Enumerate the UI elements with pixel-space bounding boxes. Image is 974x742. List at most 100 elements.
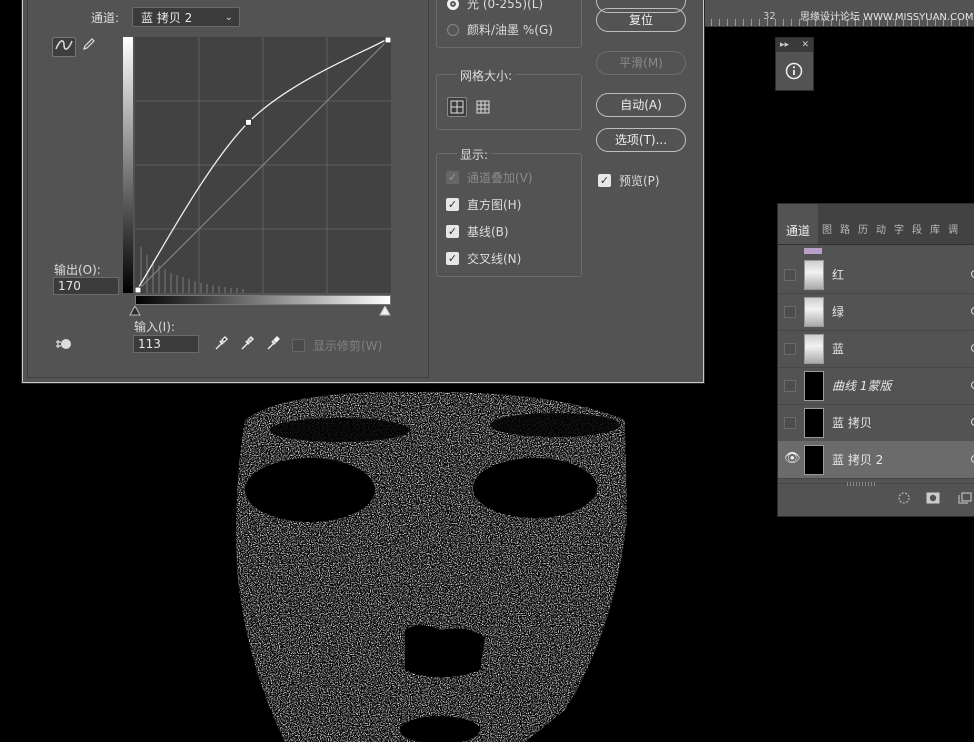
channel-row[interactable]: 红 bbox=[778, 256, 974, 294]
channels-panel: 通道图路历动字段库调 红绿蓝曲线 1蒙版蓝 拷贝 👁 蓝 拷贝 2 bbox=[777, 203, 974, 517]
visibility-toggle[interactable] bbox=[784, 379, 796, 392]
channel-label: 通道: bbox=[91, 11, 120, 25]
radio-light[interactable]: 光 (0-255)(L) bbox=[447, 0, 543, 12]
curve-point[interactable] bbox=[384, 37, 391, 44]
channel-name: 绿 bbox=[832, 305, 845, 319]
checkbox-check-icon: ✓ bbox=[446, 171, 459, 184]
panel-tab[interactable]: 动 bbox=[872, 204, 890, 244]
options-button[interactable]: 选项(T)... bbox=[596, 128, 686, 152]
grid-detailed-icon[interactable] bbox=[473, 97, 493, 117]
display-option-label: 基线(B) bbox=[467, 225, 509, 239]
panel-tab[interactable]: 历 bbox=[854, 204, 872, 244]
channel-thumbnail bbox=[804, 296, 824, 327]
input-field[interactable]: 113 bbox=[133, 335, 199, 353]
show-clipping-box bbox=[292, 339, 305, 352]
output-gradient bbox=[123, 37, 133, 293]
reset-button[interactable]: 复位 bbox=[596, 8, 686, 32]
radio-light-label: 光 (0-255)(L) bbox=[467, 0, 544, 11]
channel-row[interactable]: 👁 蓝 拷贝 2 bbox=[778, 441, 974, 479]
panel-tab[interactable]: 通道 bbox=[778, 204, 818, 244]
channel-name: 红 bbox=[832, 268, 845, 282]
channel-thumbnail bbox=[804, 370, 824, 401]
white-point-slider[interactable] bbox=[379, 306, 391, 316]
panel-tab[interactable]: 库 bbox=[926, 204, 944, 244]
visibility-toggle[interactable] bbox=[784, 416, 796, 429]
grid-size-group: 网格大小: bbox=[436, 67, 582, 130]
curves-graph[interactable] bbox=[135, 37, 391, 293]
input-label: 输入(I): bbox=[134, 320, 175, 334]
show-clipping-label: 显示修剪(W) bbox=[313, 339, 383, 353]
channel-thumbnail bbox=[804, 259, 824, 290]
preview-checkbox[interactable]: ✓ 预览(P) bbox=[598, 172, 660, 189]
collapse-icon[interactable]: ▸▸ bbox=[780, 38, 789, 52]
target-adjust-icon[interactable] bbox=[53, 337, 75, 355]
panel-tab[interactable]: 段 bbox=[908, 204, 926, 244]
display-option-label: 通道叠加(V) bbox=[467, 171, 533, 185]
info-panel: ▸▸ ✕ bbox=[775, 37, 814, 91]
visibility-toggle[interactable] bbox=[784, 305, 796, 318]
display-option[interactable]: ✓ 基线(B) bbox=[446, 223, 509, 240]
ruler-mark: 32 bbox=[763, 11, 776, 22]
visibility-toggle[interactable] bbox=[784, 342, 796, 355]
channel-row[interactable]: 曲线 1蒙版 bbox=[778, 367, 974, 405]
channel-row[interactable]: 蓝 拷贝 bbox=[778, 404, 974, 442]
face-image bbox=[236, 391, 627, 742]
visibility-toggle[interactable] bbox=[784, 268, 796, 281]
white-eyedropper-icon[interactable] bbox=[262, 335, 284, 353]
eye-icon[interactable]: 👁 bbox=[784, 452, 801, 466]
curve-point[interactable] bbox=[244, 118, 252, 126]
show-clipping-checkbox[interactable]: 显示修剪(W) bbox=[292, 337, 382, 354]
black-eyedropper-icon[interactable] bbox=[210, 335, 232, 353]
display-option[interactable]: ✓ 直方图(H) bbox=[446, 196, 521, 213]
grid-simple-icon[interactable] bbox=[447, 97, 467, 117]
radio-pigment-dot bbox=[447, 23, 459, 36]
channel-row[interactable]: 蓝 bbox=[778, 330, 974, 368]
histogram bbox=[140, 247, 244, 293]
display-label: 显示: bbox=[457, 146, 492, 163]
rgb-thumb-partial bbox=[804, 248, 822, 254]
close-icon[interactable]: ✕ bbox=[801, 38, 809, 52]
checkbox-check-icon: ✓ bbox=[446, 225, 459, 238]
black-point-slider[interactable] bbox=[129, 306, 141, 316]
resize-grip[interactable] bbox=[846, 482, 877, 486]
panel-tab[interactable]: 字 bbox=[890, 204, 908, 244]
channel-name: 蓝 拷贝 2 bbox=[832, 453, 884, 467]
channel-name: 蓝 拷贝 bbox=[832, 416, 872, 430]
input-gradient bbox=[135, 295, 391, 305]
auto-button[interactable]: 自动(A) bbox=[596, 93, 686, 117]
display-option-label: 直方图(H) bbox=[467, 198, 522, 212]
save-selection-icon[interactable] bbox=[926, 492, 940, 507]
info-icon[interactable] bbox=[785, 62, 803, 80]
display-option[interactable]: ✓ 交叉线(N) bbox=[446, 250, 521, 267]
preview-label: 预览(P) bbox=[619, 174, 660, 188]
channel-select[interactable]: 蓝 拷贝 2 ⌄ bbox=[132, 7, 240, 27]
preview-check-icon: ✓ bbox=[598, 174, 611, 187]
gray-eyedropper-icon[interactable] bbox=[236, 335, 258, 353]
chevron-down-icon: ⌄ bbox=[224, 12, 233, 23]
output-field[interactable]: 170 bbox=[53, 277, 119, 295]
load-selection-icon[interactable] bbox=[898, 492, 910, 507]
show-amount-group: 光 (0-255)(L) 颜料/油墨 %(G) bbox=[436, 0, 582, 48]
pencil-icon[interactable] bbox=[78, 37, 100, 55]
smooth-button[interactable]: 平滑(M) bbox=[596, 51, 686, 75]
curve-point[interactable] bbox=[135, 286, 142, 293]
checkbox-check-icon: ✓ bbox=[446, 252, 459, 265]
radio-pigment-label: 颜料/油墨 %(G) bbox=[467, 23, 553, 37]
info-panel-bar[interactable]: ▸▸ ✕ bbox=[776, 38, 813, 52]
watermark: 思缘设计论坛 WWW.MISSYUAN.COM bbox=[800, 12, 974, 23]
display-group: 显示: ✓ 通道叠加(V) ✓ 直方图(H) ✓ 基线(B) ✓ 交叉线(N) bbox=[436, 146, 582, 277]
display-option: ✓ 通道叠加(V) bbox=[446, 169, 533, 186]
new-channel-icon[interactable] bbox=[958, 492, 972, 507]
grid-size-label: 网格大小: bbox=[457, 67, 516, 84]
curve-tool-icon[interactable] bbox=[52, 37, 76, 57]
channel-name: 曲线 1蒙版 bbox=[832, 379, 892, 393]
panel-tab[interactable]: 图 bbox=[818, 204, 836, 244]
channel-thumbnail bbox=[804, 444, 824, 475]
panel-tab[interactable]: 路 bbox=[836, 204, 854, 244]
radio-pigment[interactable]: 颜料/油墨 %(G) bbox=[447, 21, 553, 38]
panel-tab[interactable]: 调 bbox=[944, 204, 962, 244]
checkbox-check-icon: ✓ bbox=[446, 198, 459, 211]
channel-select-value: 蓝 拷贝 2 bbox=[141, 11, 193, 25]
channel-row[interactable]: 绿 bbox=[778, 293, 974, 331]
channel-name: 蓝 bbox=[832, 342, 845, 356]
